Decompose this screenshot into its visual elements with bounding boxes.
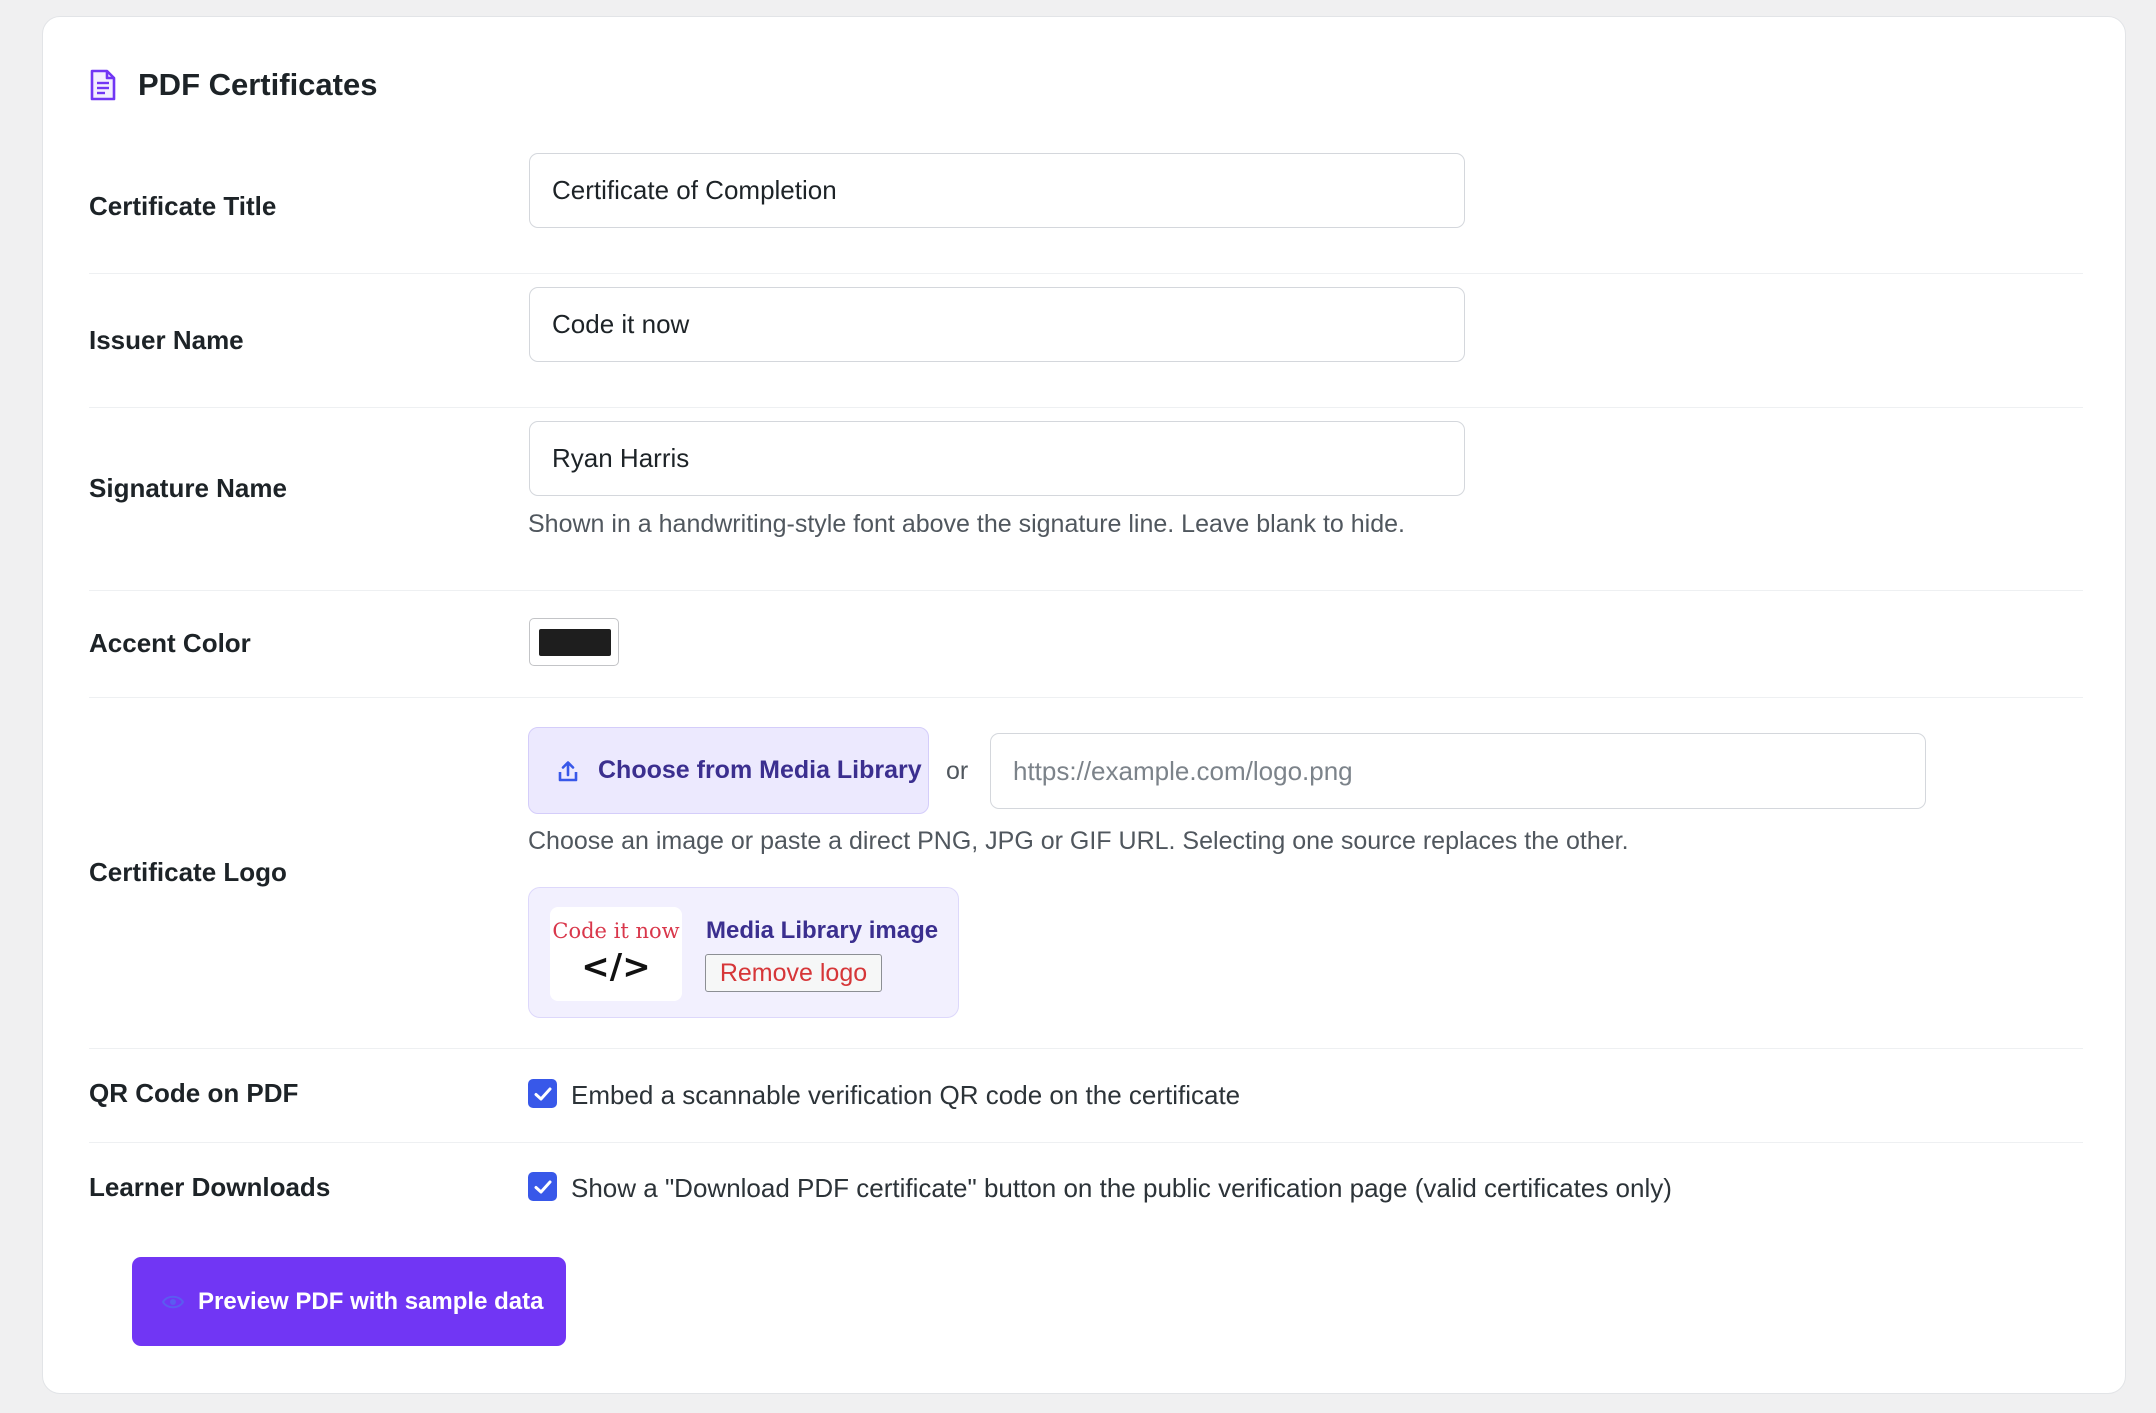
remove-logo-button[interactable]: Remove logo xyxy=(705,954,882,992)
logo-thumbnail-text: Code it now xyxy=(552,919,680,943)
qr-code-checkbox[interactable] xyxy=(528,1079,557,1108)
logo-source-label: Media Library image xyxy=(706,917,939,944)
checkmark-icon xyxy=(534,1087,551,1100)
upload-icon xyxy=(557,759,579,783)
qr-code-option-text: Embed a scannable verification QR code o… xyxy=(571,1080,1241,1110)
preview-pdf-label: Preview PDF with sample data xyxy=(198,1287,544,1315)
accent-color-swatch xyxy=(539,629,611,656)
certificate-logo-label: Certificate Logo xyxy=(89,857,287,887)
accent-color-label: Accent Color xyxy=(89,628,251,658)
logo-thumbnail: Code it now </> xyxy=(550,907,682,1001)
or-separator: or xyxy=(946,757,969,785)
eye-icon xyxy=(161,1294,185,1310)
learner-downloads-label: Learner Downloads xyxy=(89,1172,331,1202)
issuer-name-input[interactable] xyxy=(529,287,1465,362)
certificate-logo-help: Choose an image or paste a direct PNG, J… xyxy=(528,827,1629,855)
signature-name-label: Signature Name xyxy=(89,473,287,503)
certificate-title-input[interactable] xyxy=(529,153,1465,228)
qr-code-label: QR Code on PDF xyxy=(89,1078,299,1108)
logo-url-input[interactable] xyxy=(990,733,1926,809)
logo-preview: Code it now </> Media Library image Remo… xyxy=(528,887,959,1018)
choose-media-library-button[interactable]: Choose from Media Library xyxy=(528,727,929,814)
choose-media-library-label: Choose from Media Library xyxy=(598,756,922,784)
pdf-certificates-card: PDF Certificates Certificate Title Issue… xyxy=(42,16,2126,1394)
card-header: PDF Certificates xyxy=(90,67,377,103)
page-title: PDF Certificates xyxy=(138,67,378,102)
code-brackets-icon: </> xyxy=(581,947,651,987)
certificate-title-label: Certificate Title xyxy=(89,191,277,221)
accent-color-row: Accent Color xyxy=(89,590,2083,698)
accent-color-picker[interactable] xyxy=(529,618,619,666)
signature-name-input[interactable] xyxy=(529,421,1465,496)
issuer-name-label: Issuer Name xyxy=(89,325,244,355)
learner-downloads-option-text: Show a "Download PDF certificate" button… xyxy=(571,1173,1672,1203)
signature-name-help: Shown in a handwriting-style font above … xyxy=(528,510,1405,538)
learner-downloads-checkbox[interactable] xyxy=(528,1172,557,1201)
checkmark-icon xyxy=(534,1180,551,1193)
preview-pdf-button[interactable]: Preview PDF with sample data xyxy=(132,1257,566,1346)
document-icon xyxy=(90,69,116,101)
